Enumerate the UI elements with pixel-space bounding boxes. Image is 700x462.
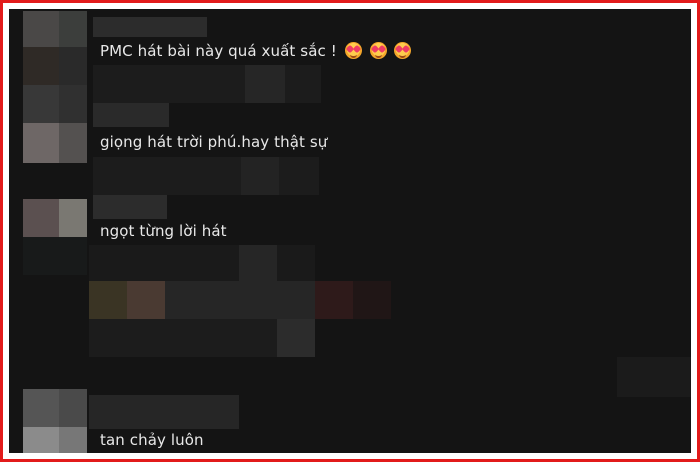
redacted-row <box>93 65 321 103</box>
avatar[interactable] <box>23 199 59 237</box>
comment-text: tan chảy luôn <box>100 431 204 449</box>
avatar-blur <box>59 389 87 427</box>
avatar-blur <box>59 85 87 123</box>
username-redacted[interactable] <box>93 17 207 37</box>
avatar <box>23 85 59 123</box>
avatar[interactable] <box>23 11 59 47</box>
username-redacted[interactable] <box>93 195 167 219</box>
avatar-blur <box>59 199 87 237</box>
avatar <box>23 427 59 453</box>
redacted-row <box>89 245 315 285</box>
comment-feed: PMC hát bài này quá xuất sắc ! giọng hát… <box>9 9 691 453</box>
redacted-row <box>93 157 319 195</box>
avatar-blur <box>59 47 87 85</box>
comment-text: ngọt từng lời hát <box>100 222 227 240</box>
media-preview-block <box>165 281 317 319</box>
comment-text: giọng hát trời phú.hay thật sự <box>100 133 327 151</box>
screenshot-frame: PMC hát bài này quá xuất sắc ! giọng hát… <box>0 0 700 462</box>
avatar[interactable] <box>23 389 59 427</box>
smiling-face-with-hearts-icon <box>369 42 387 59</box>
media-preview-block <box>617 357 691 397</box>
avatar-blur <box>59 123 87 163</box>
username-redacted[interactable] <box>89 395 239 429</box>
avatar-blur <box>59 11 87 47</box>
username-redacted[interactable] <box>93 103 169 127</box>
media-preview[interactable] <box>89 281 127 319</box>
avatar-blur <box>59 427 87 453</box>
media-preview-block <box>315 281 353 319</box>
comment-text-body: tan chảy luôn <box>100 431 204 449</box>
media-preview-block <box>127 281 165 319</box>
avatar-blur <box>23 237 87 275</box>
smiling-face-with-hearts-icon <box>344 42 362 59</box>
avatar[interactable] <box>23 123 59 163</box>
comment-text-body: ngọt từng lời hát <box>100 222 227 240</box>
redacted-block <box>245 65 285 103</box>
media-preview-block <box>277 319 315 357</box>
media-preview-block <box>89 319 279 357</box>
comment-text-body: giọng hát trời phú.hay thật sự <box>100 133 328 151</box>
redacted-block <box>241 157 279 195</box>
comment-text-body: PMC hát bài này quá xuất sắc ! <box>100 42 337 60</box>
avatar <box>23 47 59 85</box>
comment-text: PMC hát bài này quá xuất sắc ! <box>100 42 412 60</box>
redacted-block <box>239 245 277 285</box>
media-preview-block <box>353 281 391 319</box>
smiling-face-with-hearts-icon <box>394 42 412 59</box>
